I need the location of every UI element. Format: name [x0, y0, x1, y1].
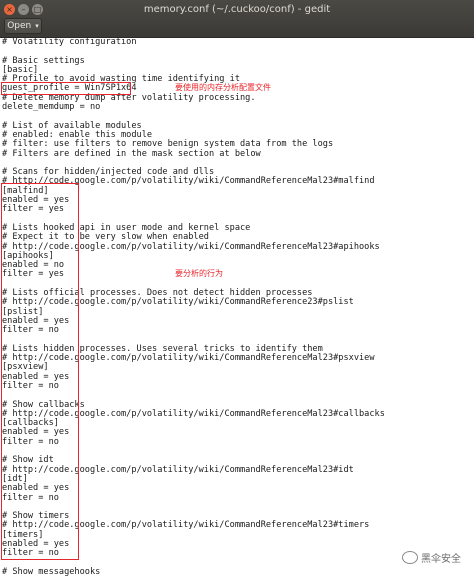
code-line: # Filters are defined in the mask sectio…: [2, 148, 261, 159]
window-title: memory.conf (~/.cuckoo/conf) - gedit: [143, 4, 331, 15]
code-line: # Volatility configuration: [2, 38, 137, 47]
wechat-icon: [402, 551, 418, 564]
watermark-text: 黑伞安全: [421, 554, 461, 565]
code-line: # Basic settings: [2, 55, 85, 66]
profile-annotation: 要使用的内存分析配置文件: [175, 83, 271, 92]
chevron-down-icon: ▾: [35, 22, 39, 30]
code-line: # Show messagehooks: [2, 566, 101, 577]
code-line: delete_memdump = no: [2, 102, 101, 113]
text-editor[interactable]: # Volatility configuration # Basic setti…: [0, 38, 474, 578]
modules-highlight-box: [1, 183, 79, 560]
watermark: 黑伞安全: [402, 550, 461, 565]
behavior-annotation: 要分析的行为: [175, 269, 223, 278]
open-button[interactable]: Open ▾: [4, 18, 42, 34]
open-button-label: Open: [7, 21, 32, 31]
profile-highlight-box: [1, 82, 131, 95]
title-bar: × – □ memory.conf (~/.cuckoo/conf) - ged…: [0, 0, 474, 38]
